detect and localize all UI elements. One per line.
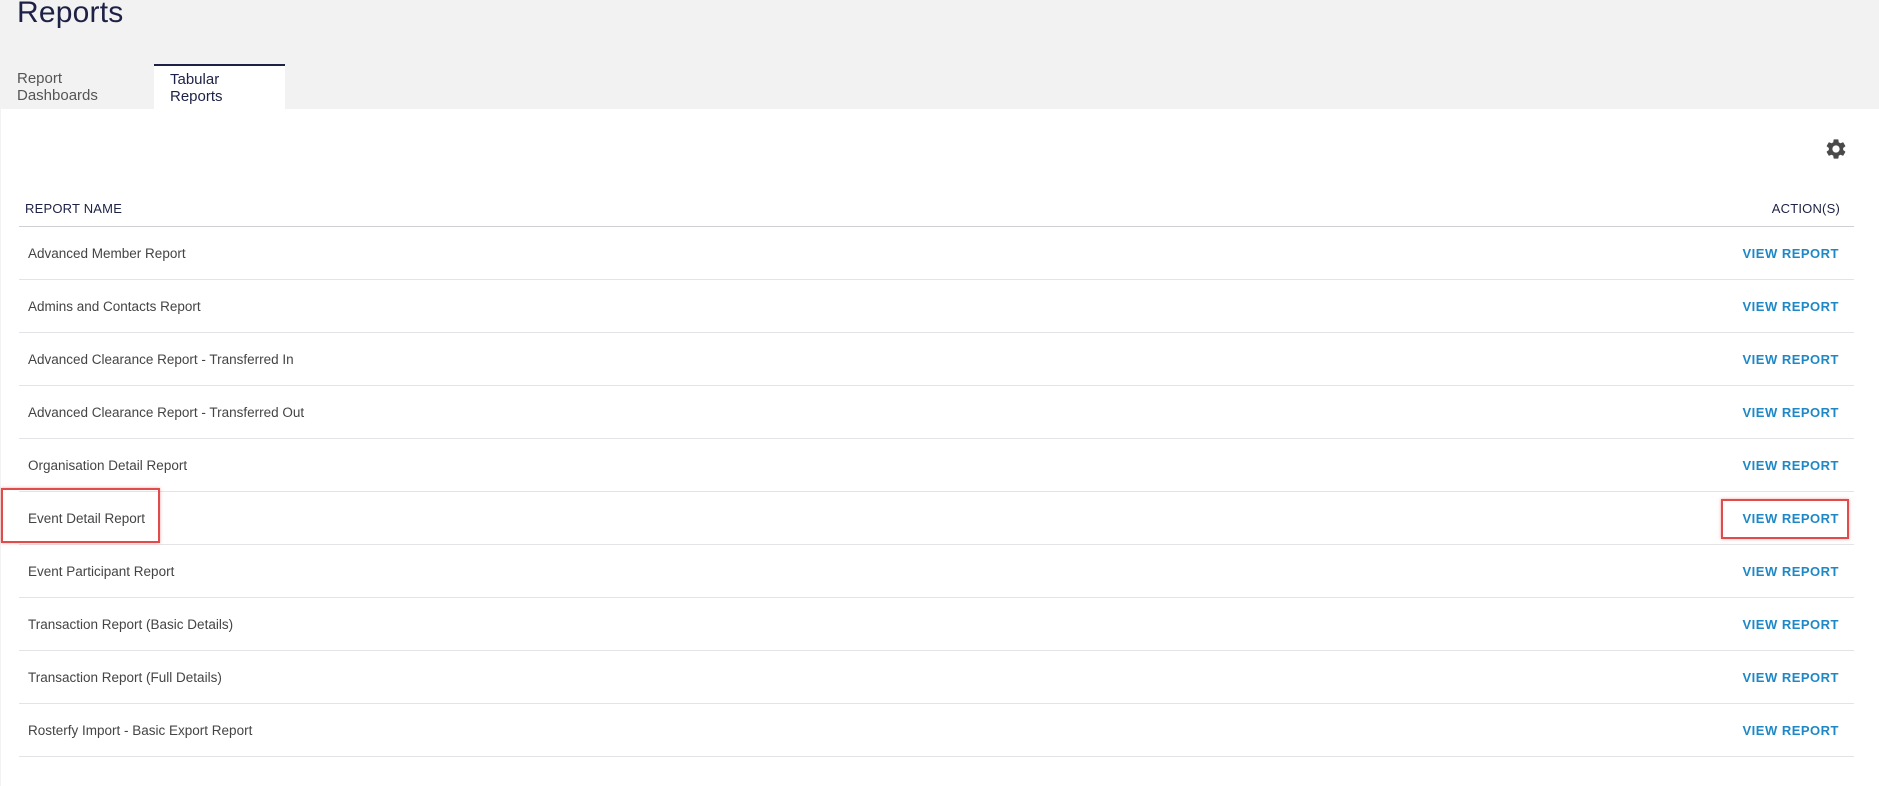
- reports-table: REPORT NAME ACTION(S) Advanced Member Re…: [19, 190, 1854, 757]
- view-report-button[interactable]: VIEW REPORT: [1742, 564, 1839, 579]
- view-report-button[interactable]: VIEW REPORT: [1742, 405, 1839, 420]
- report-name: Transaction Report (Full Details): [28, 669, 222, 685]
- view-report-button[interactable]: VIEW REPORT: [1742, 670, 1839, 685]
- report-name: Admins and Contacts Report: [28, 298, 201, 314]
- table-row: Transaction Report (Basic Details) VIEW …: [19, 598, 1854, 651]
- table-row: Rosterfy Import - Basic Export Report VI…: [19, 704, 1854, 757]
- report-name: Event Detail Report: [28, 510, 146, 526]
- view-report-button[interactable]: VIEW REPORT: [1742, 723, 1839, 738]
- view-report-button[interactable]: VIEW REPORT: [1742, 617, 1839, 632]
- view-report-button[interactable]: VIEW REPORT: [1742, 458, 1839, 473]
- page-title: Reports: [17, 0, 124, 29]
- table-row: Event Participant Report VIEW REPORT: [19, 545, 1854, 598]
- view-report-button[interactable]: VIEW REPORT: [1742, 246, 1839, 261]
- table-row: Transaction Report (Full Details) VIEW R…: [19, 651, 1854, 704]
- report-name: Advanced Clearance Report - Transferred …: [28, 351, 294, 367]
- gear-icon-glyph: [1826, 139, 1846, 159]
- report-tabs: Report Dashboards Tabular Reports: [1, 64, 285, 109]
- view-report-button[interactable]: VIEW REPORT: [1742, 352, 1839, 367]
- report-name: Advanced Clearance Report - Transferred …: [28, 404, 305, 420]
- report-name: Rosterfy Import - Basic Export Report: [28, 722, 253, 738]
- table-row: Advanced Clearance Report - Transferred …: [19, 333, 1854, 386]
- header-report-name: REPORT NAME: [25, 200, 123, 216]
- view-report-button[interactable]: VIEW REPORT: [1742, 299, 1839, 314]
- table-row: Event Detail Report VIEW REPORT: [19, 492, 1854, 545]
- report-name: Transaction Report (Basic Details): [28, 616, 234, 632]
- gear-icon[interactable]: [1824, 137, 1848, 161]
- report-name: Advanced Member Report: [28, 245, 186, 261]
- table-header: REPORT NAME ACTION(S): [19, 190, 1854, 227]
- report-name: Organisation Detail Report: [28, 457, 188, 473]
- tab-report-dashboards[interactable]: Report Dashboards: [1, 64, 154, 109]
- table-row: Organisation Detail Report VIEW REPORT: [19, 439, 1854, 492]
- view-report-button[interactable]: VIEW REPORT: [1742, 511, 1839, 526]
- table-row: Advanced Member Report VIEW REPORT: [19, 227, 1854, 280]
- table-row: Admins and Contacts Report VIEW REPORT: [19, 280, 1854, 333]
- header-actions: ACTION(S): [1771, 200, 1840, 216]
- tab-tabular-reports[interactable]: Tabular Reports: [154, 64, 285, 109]
- report-name: Event Participant Report: [28, 563, 175, 579]
- table-row: Advanced Clearance Report - Transferred …: [19, 386, 1854, 439]
